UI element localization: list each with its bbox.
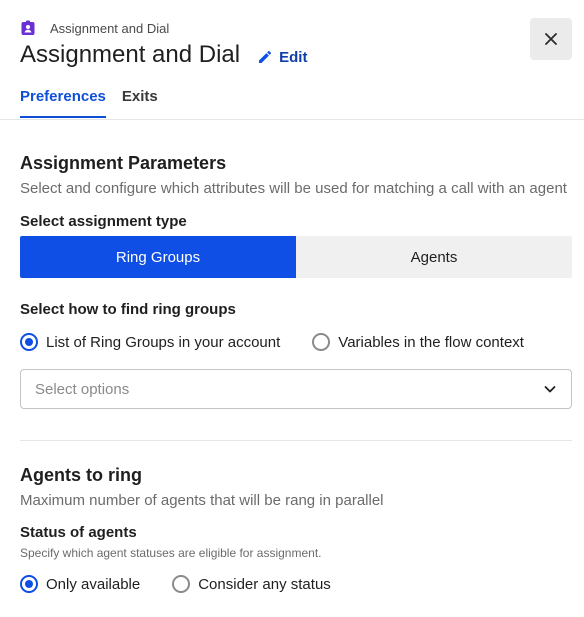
status-hint: Specify which agent statuses are eligibl…: [20, 546, 322, 560]
tab-preferences[interactable]: Preferences: [20, 88, 106, 118]
radio-unselected-icon: [312, 333, 331, 351]
edit-label: Edit: [279, 48, 308, 66]
status-label-wrap: Status of agents Specify which agent sta…: [20, 524, 572, 560]
agent-status-radio-group: Only available Consider any status: [20, 575, 331, 593]
section-subtitle: Maximum number of agents that will be ra…: [20, 492, 384, 509]
select-placeholder: Select options: [35, 380, 130, 398]
pencil-icon: [259, 50, 272, 63]
chevron-down-icon: [544, 386, 556, 393]
assignment-parameters-section: Assignment Parameters Select and configu…: [20, 153, 572, 197]
badge-icon: [21, 20, 35, 35]
section-title: Agents to ring: [20, 465, 142, 485]
page-title: Assignment and Dial: [20, 41, 241, 68]
breadcrumb: Assignment and Dial: [20, 18, 572, 38]
section-subtitle: Select and configure which attributes wi…: [20, 180, 567, 197]
radio-label: List of Ring Groups in your account: [46, 333, 281, 351]
radio-selected-icon: [20, 333, 38, 351]
tab-bar: Preferences Exits: [20, 88, 174, 118]
radio-any-status[interactable]: Consider any status: [172, 575, 331, 593]
radio-label: Variables in the flow context: [338, 333, 524, 351]
find-ring-groups-label: Select how to find ring groups: [20, 301, 236, 318]
radio-label: Consider any status: [198, 575, 331, 593]
radio-only-available[interactable]: Only available: [20, 575, 140, 593]
tabs-divider: [0, 119, 584, 120]
edit-button[interactable]: Edit: [257, 49, 307, 66]
section-title: Assignment Parameters: [20, 153, 227, 173]
radio-list-ring-groups[interactable]: List of Ring Groups in your account: [20, 333, 280, 351]
status-of-agents-label: Status of agents: [20, 524, 137, 541]
tab-exits[interactable]: Exits: [122, 88, 158, 118]
radio-unselected-icon: [172, 575, 191, 593]
close-button[interactable]: [530, 18, 572, 60]
assignment-type-label-wrap: Select assignment type: [20, 213, 572, 230]
section-divider: [20, 440, 572, 441]
find-label-wrap: Select how to find ring groups: [20, 301, 572, 318]
find-method-radio-group: List of Ring Groups in your account Vari…: [20, 333, 524, 351]
radio-label: Only available: [46, 575, 141, 593]
radio-selected-icon: [20, 575, 38, 593]
assignment-type-toggle: Ring Groups Agents: [20, 236, 572, 278]
agents-option[interactable]: Agents: [296, 236, 572, 278]
close-icon: [545, 33, 557, 45]
panel-header: Assignment and Dial Assignment and Dial …: [20, 18, 572, 70]
ring-groups-option[interactable]: Ring Groups: [20, 236, 296, 278]
agents-to-ring-section: Agents to ring Maximum number of agents …: [20, 465, 572, 509]
breadcrumb-label: Assignment and Dial: [50, 20, 170, 36]
radio-flow-variables[interactable]: Variables in the flow context: [312, 333, 524, 351]
ring-groups-select[interactable]: Select options: [20, 369, 572, 409]
assignment-type-label: Select assignment type: [20, 213, 187, 230]
